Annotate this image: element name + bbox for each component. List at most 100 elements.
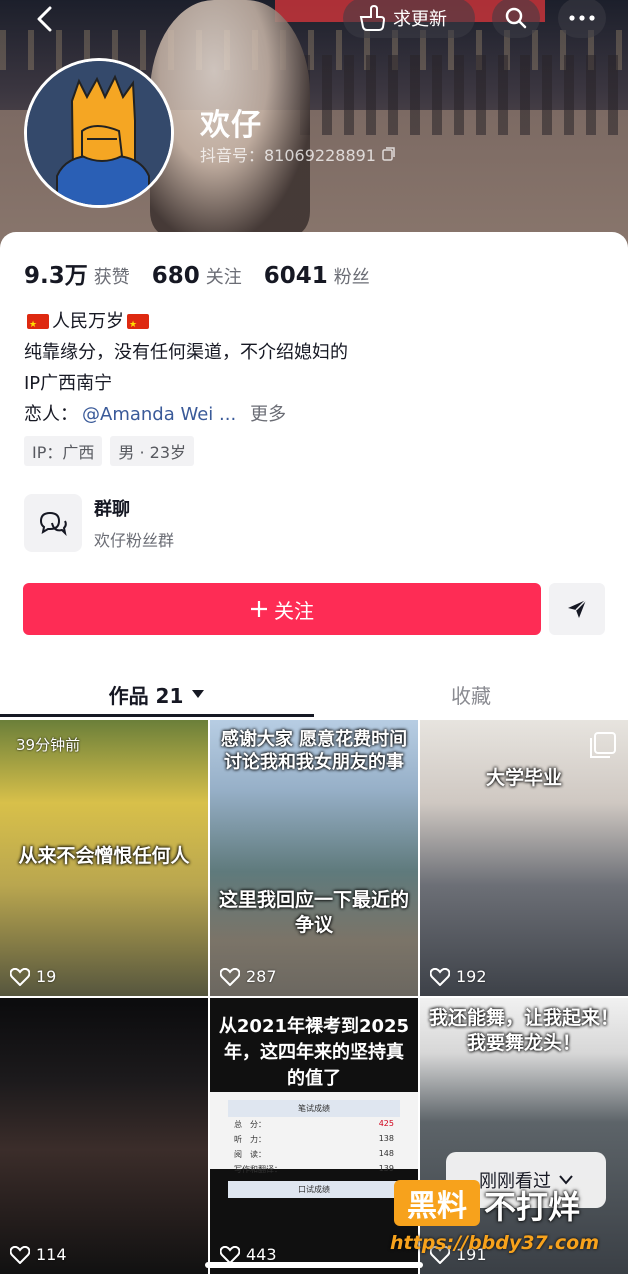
china-flag-icon (27, 310, 49, 341)
video-posted-time: 39分钟前 (16, 736, 81, 754)
stats-row: 9.3万 获赞 680 关注 6041 粉丝 (24, 256, 392, 290)
ip-tag: IP：广西 (24, 436, 103, 466)
video-thumbnail[interactable]: 大学毕业 192 (420, 720, 628, 996)
china-flag-icon (127, 310, 149, 341)
video-thumbnail[interactable]: 114 (0, 998, 208, 1274)
score-row: 听 力： 138 (228, 1132, 400, 1147)
lover-label: 恋人： (24, 404, 78, 425)
more-options-button[interactable] (558, 0, 606, 38)
score-report: 笔试成绩 总 分： 425 听 力： 138 阅 读： 148 写作和翻译： 1… (228, 1096, 400, 1198)
content-tabs: 作品 21 收藏 (0, 670, 628, 718)
score-row: 写作和翻译： 139 (228, 1162, 400, 1177)
douyin-id[interactable]: 抖音号：81069228891 (200, 142, 396, 166)
tab-favorites[interactable]: 收藏 (314, 670, 628, 718)
score-row: 阅 读： 148 (228, 1147, 400, 1162)
avatar[interactable] (24, 58, 174, 208)
douyin-id-text: 抖音号：81069228891 (200, 146, 376, 165)
stat-followers[interactable]: 6041 粉丝 (264, 263, 370, 289)
cover-crowd (300, 55, 628, 135)
bio: 人民万岁 纯靠缘分，没有任何渠道，不介绍媳妇的 IP广西南宁 恋人： @Aman… (24, 306, 604, 430)
heart-icon (10, 967, 30, 986)
video-likes: 19 (10, 967, 56, 986)
gender-age-tag: 男 · 23岁 (110, 436, 194, 466)
stat-following-number: 680 (151, 263, 200, 289)
video-thumbnail[interactable]: 感谢大家 愿意花费时间 讨论我和我女朋友的事 这里我回应一下最近的争议 287 (210, 720, 418, 996)
share-button[interactable] (549, 583, 605, 635)
nickname: 欢仔 (200, 108, 262, 143)
stat-followers-label: 粉丝 (333, 267, 370, 288)
bio-line-3: IP广西南宁 (24, 373, 113, 394)
fan-group-entry[interactable]: 群聊 欢仔粉丝群 (24, 494, 174, 552)
stat-followers-number: 6041 (263, 263, 328, 289)
video-likes-count: 114 (36, 1245, 67, 1264)
search-button[interactable] (492, 0, 540, 38)
watermark-url: https://bbdy37.com (390, 1232, 600, 1254)
profile-cover: 求更新 欢仔 抖音号：81069228891 (0, 0, 628, 260)
video-likes: 192 (430, 967, 487, 986)
video-likes: 114 (10, 1245, 67, 1264)
video-caption-secondary: 这里我回应一下最近的争议 (218, 889, 409, 936)
group-subtitle: 欢仔粉丝群 (94, 531, 175, 550)
profile-tags: IP：广西 男 · 23岁 (24, 436, 194, 466)
group-title: 群聊 (94, 499, 130, 520)
lover-mention-link[interactable]: @Amanda Wei ... (82, 399, 236, 430)
stat-likes[interactable]: 9.3万 获赞 (24, 256, 130, 290)
profile-card: 9.3万 获赞 680 关注 6041 粉丝 人民万岁 纯靠缘分，没有任何渠道，… (0, 232, 628, 1280)
score-row-value: 138 (378, 1134, 394, 1143)
search-icon (505, 7, 527, 29)
score-row-value: 148 (378, 1149, 394, 1158)
active-tab-indicator (0, 714, 314, 717)
tab-works[interactable]: 作品 21 (0, 670, 314, 718)
bio-line-1: 人民万岁 (24, 306, 604, 341)
video-caption: 大学毕业 (485, 767, 562, 789)
video-thumbnail[interactable]: 从2021年裸考到2025年，这四年来的坚持真的值了 笔试成绩 总 分： 425… (210, 998, 418, 1274)
bio-more-link[interactable]: 更多 (250, 399, 286, 430)
follow-button[interactable]: 关注 (23, 583, 541, 635)
video-caption: 我还能舞，让我起来！我要舞龙头！ (428, 1007, 619, 1054)
chevron-left-icon (37, 6, 52, 32)
avatar-cartoon-image (27, 61, 171, 205)
send-icon (568, 599, 587, 618)
score-row-value: 139 (378, 1164, 394, 1173)
heart-icon (220, 1245, 240, 1264)
hand-point-icon (359, 5, 385, 31)
bio-line-2: 纯靠缘分，没有任何渠道，不介绍媳妇的 (24, 342, 348, 363)
watermark-text: 不打烊 (484, 1188, 581, 1226)
score-section-title: 口试成绩 (228, 1181, 400, 1198)
score-total-row: 总 分： 425 (228, 1117, 400, 1132)
video-likes-count: 19 (36, 967, 57, 986)
tab-works-label: 作品 21 (108, 683, 184, 708)
stat-following[interactable]: 680 关注 (152, 263, 242, 289)
score-row-label: 写作和翻译： (234, 1165, 282, 1174)
request-update-button[interactable]: 求更新 (343, 0, 475, 38)
video-thumbnail[interactable]: 39分钟前 从来不会憎恨任何人 19 (0, 720, 208, 996)
score-total-label: 总 分： (234, 1120, 266, 1129)
request-update-label: 求更新 (393, 9, 447, 30)
video-likes-count: 287 (246, 967, 277, 986)
bio-line-1-text: 人民万岁 (52, 311, 124, 332)
more-dots-icon (569, 15, 595, 21)
video-caption: 从来不会憎恨任何人 (18, 845, 190, 867)
copy-icon[interactable] (382, 147, 396, 161)
group-chat-icon (24, 494, 82, 552)
score-total-value: 425 (378, 1119, 394, 1128)
video-likes-count: 192 (456, 967, 487, 986)
caret-down-icon (192, 690, 205, 698)
stat-following-label: 关注 (205, 267, 242, 288)
heart-icon (10, 1245, 30, 1264)
watermark-logo: 黑料 不打烊 (394, 1180, 608, 1226)
stat-likes-number: 9.3万 (24, 263, 88, 289)
video-caption: 从2021年裸考到2025年，这四年来的坚持真的值了 (218, 1016, 410, 1089)
score-section-title: 笔试成绩 (228, 1100, 400, 1117)
video-likes: 287 (220, 967, 277, 986)
watermark-box: 黑料 (394, 1180, 480, 1226)
back-button[interactable] (28, 2, 62, 36)
follow-label: 关注 (274, 598, 314, 623)
home-indicator (205, 1262, 423, 1268)
stat-likes-label: 获赞 (93, 267, 130, 288)
bio-line-4: 恋人： @Amanda Wei ... 更多 (24, 399, 604, 430)
multi-image-icon (590, 732, 616, 758)
score-row-label: 听 力： (234, 1135, 266, 1144)
video-caption: 感谢大家 愿意花费时间 讨论我和我女朋友的事 (220, 729, 408, 773)
plus-icon (251, 601, 267, 617)
